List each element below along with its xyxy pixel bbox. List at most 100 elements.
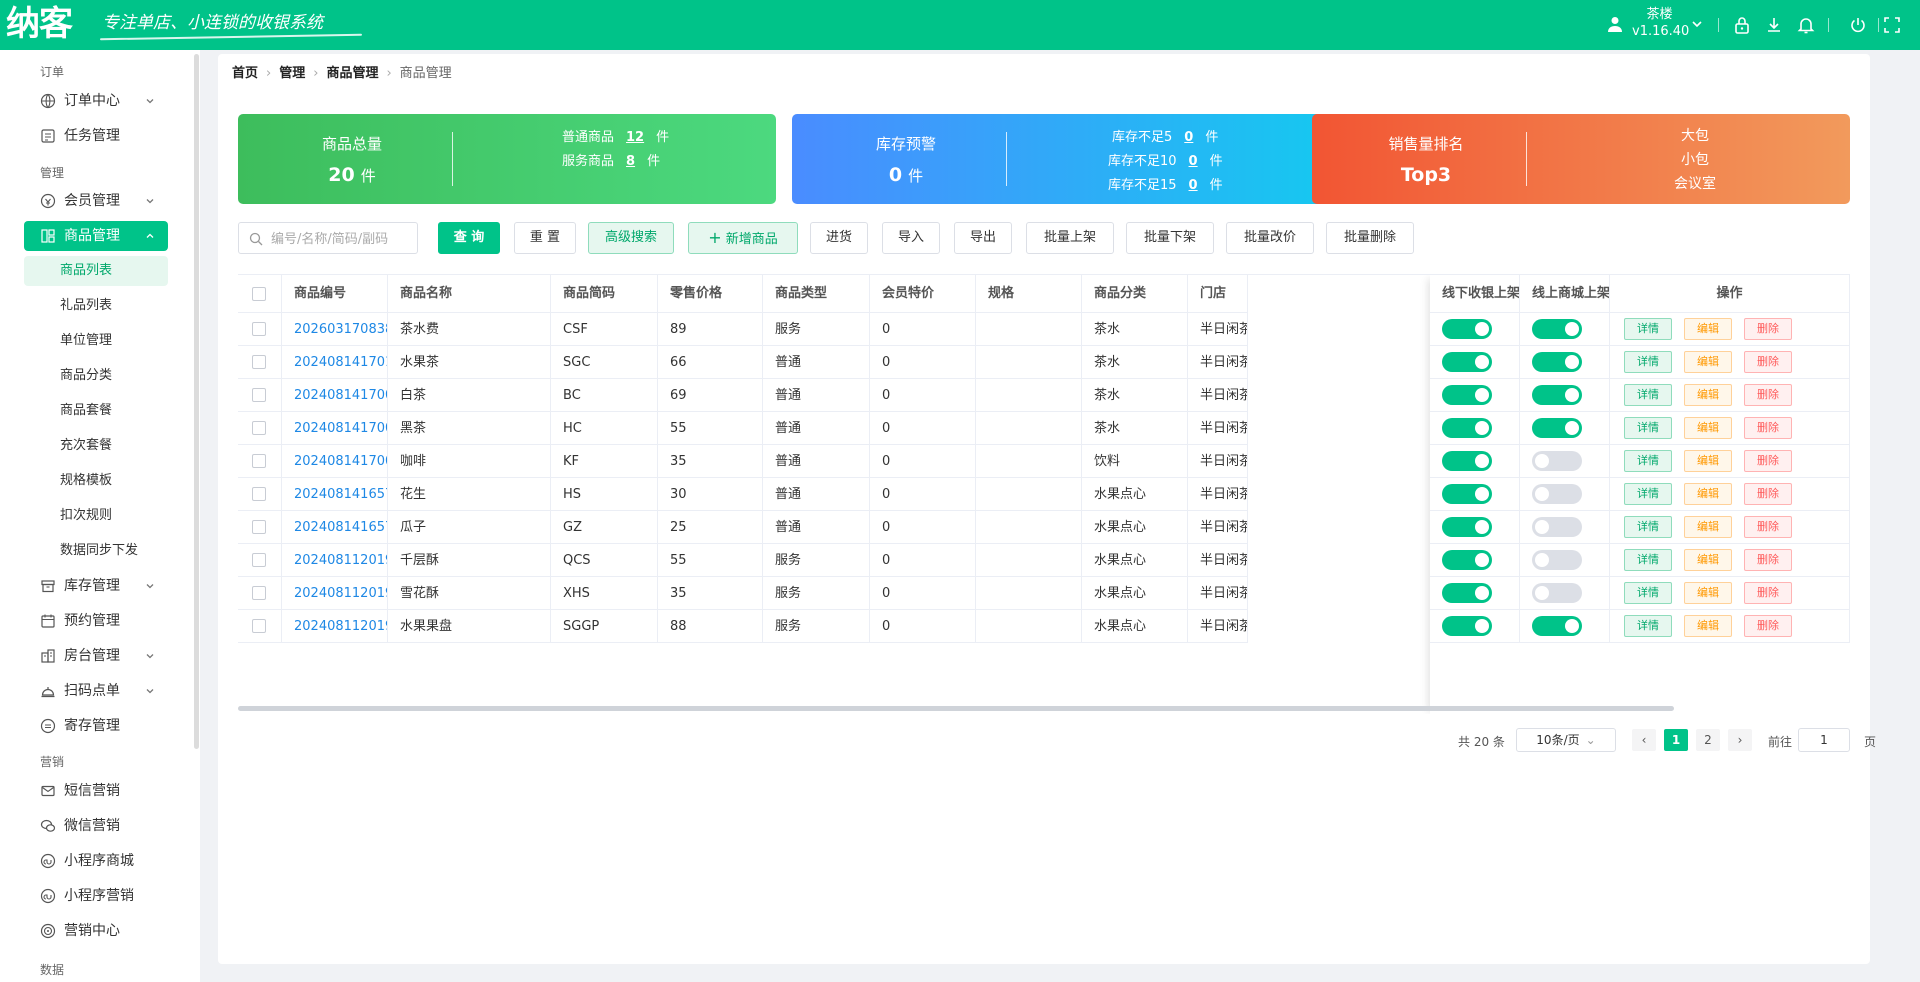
online-shelf-toggle[interactable] [1532,319,1582,339]
advanced-search-button[interactable]: 高级搜索 [588,222,674,254]
sidebar-sub-gift-list[interactable]: 礼品列表 [24,291,168,321]
page-number[interactable]: 2 [1696,729,1720,751]
delete-button[interactable]: 删除 [1744,450,1792,472]
sidebar-item-order-center[interactable]: 订单中心 [24,86,168,116]
row-checkbox[interactable] [252,421,266,435]
detail-button[interactable]: 详情 [1624,549,1672,571]
table-cell-code[interactable]: 20240814165722 [282,511,388,544]
offline-shelf-toggle[interactable] [1442,451,1492,471]
sidebar-item-deposit-manage[interactable]: 寄存管理 [24,711,168,741]
sidebar-item-task-manage[interactable]: 任务管理 [24,121,168,151]
download-icon[interactable] [1764,15,1784,35]
import-button[interactable]: 导入 [882,222,940,254]
table-cell-code[interactable]: 20240814165758 [282,478,388,511]
search-box[interactable] [238,222,418,254]
delete-button[interactable]: 删除 [1744,549,1792,571]
offline-shelf-toggle[interactable] [1442,517,1492,537]
sidebar-item-booking-manage[interactable]: 预约管理 [24,606,168,636]
table-cell-code[interactable]: 20240814170028 [282,412,388,445]
row-checkbox[interactable] [252,355,266,369]
purchase-button[interactable]: 进货 [810,222,868,254]
query-button[interactable]: 查 询 [438,222,500,254]
edit-button[interactable]: 编辑 [1684,549,1732,571]
detail-button[interactable]: 详情 [1624,450,1672,472]
power-icon[interactable] [1848,15,1868,35]
table-horizontal-scrollbar[interactable] [238,706,1674,711]
table-cell-code[interactable]: 20240811201949 [282,544,388,577]
chevron-down-icon[interactable] [1690,17,1704,31]
card-count[interactable]: 0 [1189,178,1198,193]
card-count[interactable]: 12 [626,130,644,145]
edit-button[interactable]: 编辑 [1684,582,1732,604]
delete-button[interactable]: 删除 [1744,351,1792,373]
row-checkbox[interactable] [252,487,266,501]
delete-button[interactable]: 删除 [1744,516,1792,538]
online-shelf-toggle[interactable] [1532,352,1582,372]
batch-delete-button[interactable]: 批量删除 [1326,222,1414,254]
table-cell-code[interactable]: 20240814170004 [282,445,388,478]
sidebar-item-sms-marketing[interactable]: 短信营销 [24,776,168,806]
row-checkbox[interactable] [252,322,266,336]
sidebar-item-wechat-marketing[interactable]: 微信营销 [24,811,168,841]
detail-button[interactable]: 详情 [1624,351,1672,373]
delete-button[interactable]: 删除 [1744,615,1792,637]
sidebar-scrollbar[interactable] [194,54,199,749]
sidebar-sub-recharge-package[interactable]: 充次套餐 [24,431,168,461]
breadcrumb-goods-manage[interactable]: 商品管理 [326,62,378,86]
table-cell-code[interactable]: 20240811201917 [282,610,388,643]
sidebar-sub-goods-package[interactable]: 商品套餐 [24,396,168,426]
export-button[interactable]: 导出 [954,222,1012,254]
batch-on-shelf-button[interactable]: 批量上架 [1026,222,1114,254]
table-cell-code[interactable]: 20260317083832 [282,313,388,346]
sidebar-sub-goods-list[interactable]: 商品列表 [24,256,168,286]
edit-button[interactable]: 编辑 [1684,450,1732,472]
edit-button[interactable]: 编辑 [1684,384,1732,406]
online-shelf-toggle[interactable] [1532,385,1582,405]
online-shelf-toggle[interactable] [1532,451,1582,471]
breadcrumb-home[interactable]: 首页 [232,62,258,86]
row-checkbox[interactable] [252,586,266,600]
reset-button[interactable]: 重 置 [514,222,576,254]
delete-button[interactable]: 删除 [1744,417,1792,439]
detail-button[interactable]: 详情 [1624,384,1672,406]
online-shelf-toggle[interactable] [1532,517,1582,537]
delete-button[interactable]: 删除 [1744,582,1792,604]
row-checkbox[interactable] [252,454,266,468]
batch-price-button[interactable]: 批量改价 [1226,222,1314,254]
add-goods-button[interactable]: + 新增商品 [688,222,798,254]
search-input[interactable] [271,229,411,249]
next-page-button[interactable]: › [1728,729,1752,751]
row-checkbox[interactable] [252,388,266,402]
detail-button[interactable]: 详情 [1624,582,1672,604]
offline-shelf-toggle[interactable] [1442,352,1492,372]
batch-off-shelf-button[interactable]: 批量下架 [1126,222,1214,254]
sidebar-item-room-manage[interactable]: 房台管理 [24,641,168,671]
edit-button[interactable]: 编辑 [1684,483,1732,505]
offline-shelf-toggle[interactable] [1442,385,1492,405]
bell-icon[interactable] [1796,15,1816,35]
prev-page-button[interactable]: ‹ [1632,729,1656,751]
goto-page-input[interactable]: 1 [1798,728,1850,752]
sidebar-item-stock-manage[interactable]: 库存管理 [24,571,168,601]
offline-shelf-toggle[interactable] [1442,583,1492,603]
detail-button[interactable]: 详情 [1624,615,1672,637]
select-all-checkbox[interactable] [252,287,266,301]
sidebar-item-scan-order[interactable]: 扫码点单 [24,676,168,706]
card-count[interactable]: 0 [1189,154,1198,169]
row-checkbox[interactable] [252,619,266,633]
offline-shelf-toggle[interactable] [1442,484,1492,504]
online-shelf-toggle[interactable] [1532,616,1582,636]
edit-button[interactable]: 编辑 [1684,516,1732,538]
sidebar-sub-unit-manage[interactable]: 单位管理 [24,326,168,356]
sidebar-sub-deduct-rule[interactable]: 扣次规则 [24,501,168,531]
detail-button[interactable]: 详情 [1624,483,1672,505]
online-shelf-toggle[interactable] [1532,418,1582,438]
lock-icon[interactable] [1732,15,1752,35]
online-shelf-toggle[interactable] [1532,484,1582,504]
card-count[interactable]: 0 [1184,130,1193,145]
sidebar-item-marketing-center[interactable]: 营销中心 [24,916,168,946]
sidebar-item-mini-mall[interactable]: 小程序商城 [24,846,168,876]
user-icon[interactable] [1606,15,1624,33]
store-name[interactable]: 茶楼 [1632,7,1687,23]
delete-button[interactable]: 删除 [1744,318,1792,340]
